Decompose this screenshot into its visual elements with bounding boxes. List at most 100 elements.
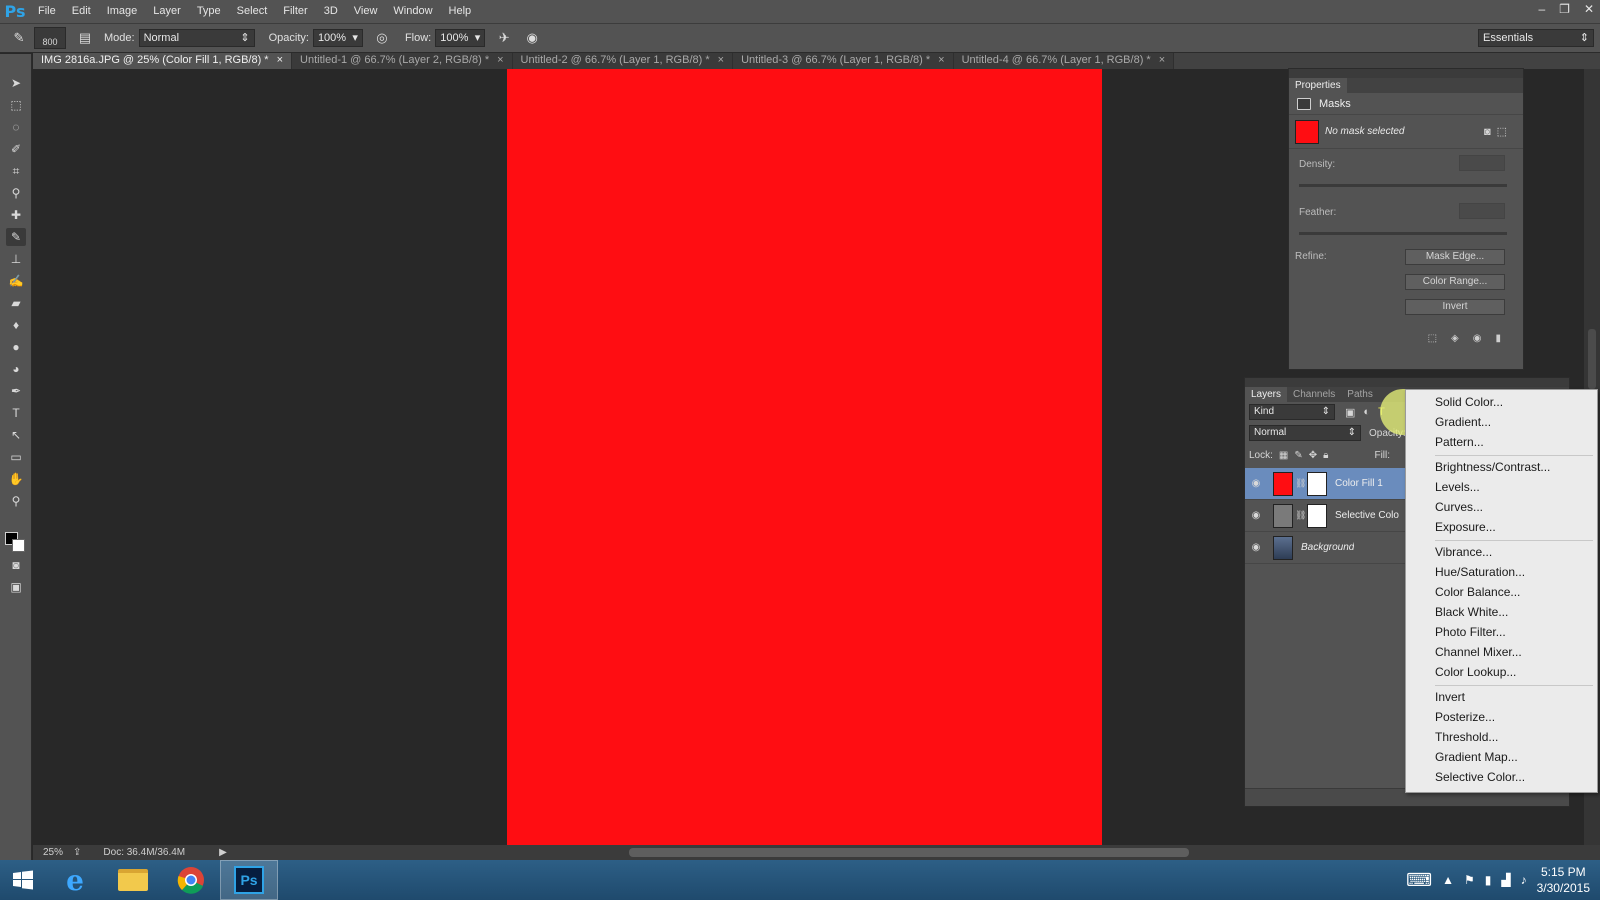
- mode-select[interactable]: Normal ⇕: [138, 29, 255, 47]
- menu-item-gradient-map[interactable]: Gradient Map...: [1406, 747, 1597, 767]
- image-filter-icon[interactable]: ▣: [1345, 406, 1355, 419]
- menu-item-color-balance[interactable]: Color Balance...: [1406, 582, 1597, 602]
- layer-selective-color[interactable]: ◉ ⛓ Selective Colo: [1245, 500, 1405, 532]
- tab-untitled-1[interactable]: Untitled-1 @ 66.7% (Layer 2, RGB/8) * ×: [292, 53, 513, 69]
- blur-tool-icon[interactable]: ●: [6, 338, 26, 356]
- menu-item-hue-saturation[interactable]: Hue/Saturation...: [1406, 562, 1597, 582]
- menu-item-black-white[interactable]: Black White...: [1406, 602, 1597, 622]
- photoshop-taskbar-button[interactable]: Ps: [220, 860, 278, 900]
- lock-pixels-icon[interactable]: ✎: [1294, 450, 1302, 461]
- pressure-opacity-icon[interactable]: ◎: [373, 29, 391, 47]
- menu-filter[interactable]: Filter: [275, 0, 315, 23]
- menu-item-invert[interactable]: Invert: [1406, 687, 1597, 707]
- lock-position-icon[interactable]: ✥: [1309, 450, 1317, 461]
- lock-all-icon[interactable]: 🔒︎: [1323, 450, 1328, 461]
- tab-untitled-2[interactable]: Untitled-2 @ 66.7% (Layer 1, RGB/8) * ×: [512, 53, 734, 69]
- adjustment-filter-icon[interactable]: ◐: [1363, 406, 1370, 418]
- feather-field[interactable]: [1459, 203, 1505, 219]
- filter-kind-select[interactable]: Kind ⇕: [1249, 404, 1335, 420]
- internet-explorer-button[interactable]: e: [46, 860, 104, 900]
- restore-icon[interactable]: ❐: [1559, 0, 1570, 18]
- chrome-button[interactable]: [162, 860, 220, 900]
- pressure-size-icon[interactable]: ◉: [523, 29, 541, 47]
- close-icon[interactable]: ✕: [1584, 0, 1594, 18]
- flow-field[interactable]: 100% ▾: [435, 29, 486, 47]
- menu-item-levels[interactable]: Levels...: [1406, 477, 1597, 497]
- menu-select[interactable]: Select: [229, 0, 276, 23]
- move-tool-icon[interactable]: ➤: [6, 74, 26, 92]
- visibility-icon[interactable]: ◉: [1473, 333, 1482, 344]
- path-select-tool-icon[interactable]: ↖: [6, 426, 26, 444]
- flag-icon[interactable]: ⚑: [1464, 873, 1475, 887]
- tab-paths[interactable]: Paths: [1341, 387, 1379, 402]
- load-selection-icon[interactable]: ⬚: [1428, 333, 1437, 344]
- menu-file[interactable]: File: [30, 0, 64, 23]
- menu-layer[interactable]: Layer: [145, 0, 189, 23]
- trash-icon[interactable]: ▮: [1495, 333, 1501, 344]
- menu-edit[interactable]: Edit: [64, 0, 99, 23]
- eye-icon[interactable]: ◉: [1245, 510, 1267, 521]
- menu-item-threshold[interactable]: Threshold...: [1406, 727, 1597, 747]
- color-range-button[interactable]: Color Range...: [1405, 274, 1505, 290]
- minimize-icon[interactable]: ‒: [1538, 0, 1545, 18]
- share-icon[interactable]: ⇪: [73, 847, 81, 858]
- menu-item-curves[interactable]: Curves...: [1406, 497, 1597, 517]
- tab-channels[interactable]: Channels: [1287, 387, 1341, 402]
- density-slider[interactable]: [1299, 184, 1507, 187]
- menu-item-posterize[interactable]: Posterize...: [1406, 707, 1597, 727]
- panel-drag-bar[interactable]: [1245, 378, 1569, 387]
- quick-mask-icon[interactable]: ◙: [6, 556, 26, 574]
- lasso-tool-icon[interactable]: ◌: [6, 118, 26, 136]
- layer-mask-thumbnail[interactable]: [1307, 503, 1327, 528]
- healing-tool-icon[interactable]: ✚: [6, 206, 26, 224]
- layer-background[interactable]: ◉ Background: [1245, 532, 1405, 564]
- paint-bucket-tool-icon[interactable]: ♦: [6, 316, 26, 334]
- start-button[interactable]: [0, 860, 46, 900]
- tray-expand-icon[interactable]: ▲: [1442, 873, 1454, 887]
- close-icon[interactable]: ×: [938, 54, 944, 66]
- close-icon[interactable]: ×: [497, 54, 503, 66]
- dodge-tool-icon[interactable]: ◕: [6, 360, 26, 378]
- mask-edge-button[interactable]: Mask Edge...: [1405, 249, 1505, 265]
- eraser-tool-icon[interactable]: ▰: [6, 294, 26, 312]
- volume-icon[interactable]: ♪: [1521, 873, 1527, 887]
- vertical-scroll-thumb[interactable]: [1588, 329, 1596, 389]
- pixel-mask-icon[interactable]: ◙: [1484, 126, 1491, 138]
- menu-help[interactable]: Help: [441, 0, 480, 23]
- history-brush-tool-icon[interactable]: ✍: [6, 272, 26, 290]
- feather-slider[interactable]: [1299, 232, 1507, 235]
- clock[interactable]: 5:15 PM 3/30/2015: [1537, 864, 1590, 896]
- brush-size-picker[interactable]: 800: [34, 27, 66, 49]
- tab-img-2816a[interactable]: IMG 2816a.JPG @ 25% (Color Fill 1, RGB/8…: [33, 53, 293, 69]
- tab-untitled-4[interactable]: Untitled-4 @ 66.7% (Layer 1, RGB/8) * ×: [953, 53, 1175, 69]
- screen-mode-icon[interactable]: ▣: [6, 578, 26, 596]
- menu-item-vibrance[interactable]: Vibrance...: [1406, 542, 1597, 562]
- layer-mask-thumbnail[interactable]: [1307, 471, 1327, 496]
- close-icon[interactable]: ×: [1159, 54, 1165, 66]
- vector-mask-icon[interactable]: ⬚: [1497, 125, 1507, 138]
- menu-item-photo-filter[interactable]: Photo Filter...: [1406, 622, 1597, 642]
- hand-tool-icon[interactable]: ✋: [6, 470, 26, 488]
- lock-transparent-icon[interactable]: ▦: [1279, 450, 1288, 461]
- tab-properties[interactable]: Properties: [1289, 78, 1347, 93]
- menu-item-brightness-contrast[interactable]: Brightness/Contrast...: [1406, 457, 1597, 477]
- brush-panel-icon[interactable]: ▤: [76, 29, 94, 47]
- blend-mode-select[interactable]: Normal ⇕: [1249, 425, 1361, 441]
- marquee-tool-icon[interactable]: ⬚: [6, 96, 26, 114]
- brush-tool-icon[interactable]: ✎: [6, 228, 26, 246]
- menu-item-solid-color[interactable]: Solid Color...: [1406, 392, 1597, 412]
- menu-3d[interactable]: 3D: [316, 0, 346, 23]
- density-field[interactable]: [1459, 155, 1505, 171]
- horizontal-scroll-thumb[interactable]: [629, 848, 1189, 857]
- airbrush-icon[interactable]: ✈: [495, 29, 513, 47]
- status-menu-icon[interactable]: ▶: [219, 847, 227, 858]
- menu-item-color-lookup[interactable]: Color Lookup...: [1406, 662, 1597, 682]
- brush-tool-icon[interactable]: ✎: [10, 29, 28, 47]
- close-icon[interactable]: ×: [718, 54, 724, 66]
- menu-item-channel-mixer[interactable]: Channel Mixer...: [1406, 642, 1597, 662]
- invert-button[interactable]: Invert: [1405, 299, 1505, 315]
- type-tool-icon[interactable]: T: [6, 404, 26, 422]
- workspace-select[interactable]: Essentials ⇕: [1478, 29, 1594, 47]
- menu-item-pattern[interactable]: Pattern...: [1406, 432, 1597, 452]
- close-icon[interactable]: ×: [277, 54, 283, 66]
